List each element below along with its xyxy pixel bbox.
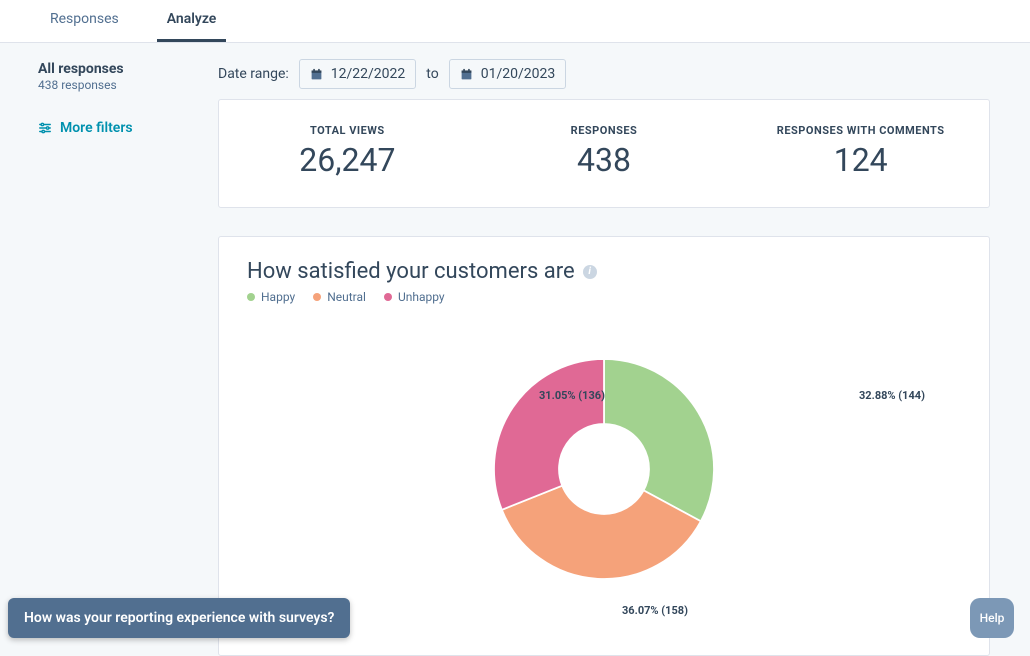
legend-neutral[interactable]: Neutral [313,290,366,304]
slice-label-unhappy: 31.05% (136) [539,389,605,402]
metric-total-views: TOTAL VIEWS 26,247 [219,124,476,179]
slice-unhappy[interactable] [494,359,604,510]
slice-label-neutral: 36.07% (158) [622,604,688,617]
all-responses-title: All responses [38,61,198,77]
date-from-value: 12/22/2022 [331,66,406,82]
metric-value: 26,247 [219,141,476,179]
legend-dot-icon [313,293,321,301]
legend-label: Unhappy [398,290,445,304]
legend-happy[interactable]: Happy [247,290,295,304]
metrics-card: TOTAL VIEWS 26,247 RESPONSES 438 RESPONS… [218,99,990,208]
metric-label: TOTAL VIEWS [219,124,476,137]
metric-with-comments: RESPONSES WITH COMMENTS 124 [732,124,989,179]
date-to-input[interactable]: 01/20/2023 [449,59,567,89]
legend-unhappy[interactable]: Unhappy [384,290,445,304]
sidebar: All responses 438 responses More filters [0,43,218,654]
feedback-prompt[interactable]: How was your reporting experience with s… [8,598,350,638]
metric-responses: RESPONSES 438 [476,124,733,179]
metric-value: 438 [476,141,733,179]
more-filters-button[interactable]: More filters [38,120,198,136]
metric-label: RESPONSES [476,124,733,137]
main: Date range: 12/22/2022 to 01/20/2023 TOT… [218,43,1030,654]
calendar-icon [460,68,473,81]
chart-title: How satisfied your customers are [247,259,575,284]
metric-label: RESPONSES WITH COMMENTS [732,124,989,137]
all-responses-count: 438 responses [38,78,198,92]
filters-icon [38,121,52,135]
date-range-label: Date range: [218,66,289,82]
donut-chart: 32.88% (144) 31.05% (136) 36.07% (158) [247,314,961,624]
legend-label: Happy [261,290,295,304]
layout: All responses 438 responses More filters… [0,43,1030,654]
donut-svg [479,344,729,594]
calendar-icon [310,68,323,81]
chart-legend: Happy Neutral Unhappy [247,290,961,304]
legend-dot-icon [247,293,255,301]
slice-happy[interactable] [604,359,714,521]
chart-card: How satisfied your customers are i Happy… [218,236,990,656]
date-to-label: to [426,66,438,82]
slice-label-happy: 32.88% (144) [859,389,925,402]
top-tabs: Responses Analyze [0,0,1030,43]
tab-responses[interactable]: Responses [40,0,129,42]
date-to-value: 01/20/2023 [481,66,556,82]
legend-dot-icon [384,293,392,301]
help-button[interactable]: Help [970,598,1014,638]
tab-analyze[interactable]: Analyze [157,0,227,42]
date-range-row: Date range: 12/22/2022 to 01/20/2023 [218,59,990,89]
more-filters-label: More filters [60,120,133,136]
date-from-input[interactable]: 12/22/2022 [299,59,417,89]
legend-label: Neutral [327,290,366,304]
chart-header: How satisfied your customers are i [247,259,961,284]
metric-value: 124 [732,141,989,179]
info-icon[interactable]: i [583,265,597,279]
